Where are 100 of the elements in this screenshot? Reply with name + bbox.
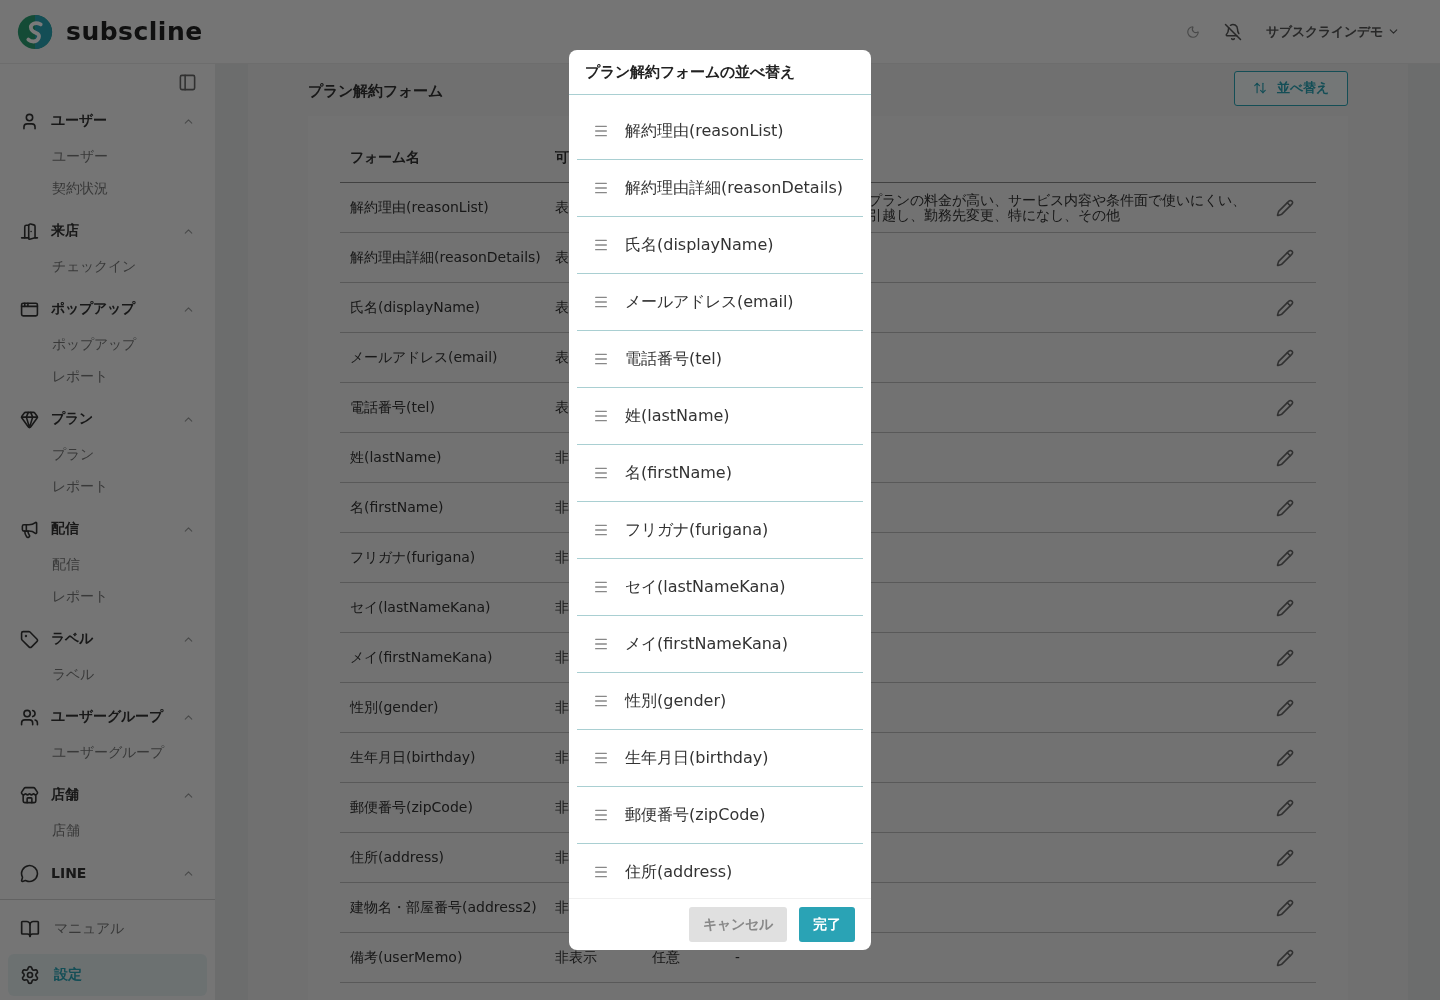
- table-cell: 非: [555, 448, 569, 467]
- table-cell: 非: [555, 498, 569, 517]
- drag-handle-icon[interactable]: [593, 123, 609, 139]
- drag-handle-icon[interactable]: [593, 693, 609, 709]
- pencil-icon[interactable]: [1276, 748, 1294, 767]
- drag-handle-icon[interactable]: [593, 579, 609, 595]
- table-cell: 郵便番号(zipCode): [350, 798, 473, 817]
- drag-handle-icon[interactable]: [593, 750, 609, 766]
- pencil-icon[interactable]: [1276, 348, 1294, 367]
- sidebar-group[interactable]: 来店: [0, 211, 215, 251]
- drag-handle-icon[interactable]: [593, 465, 609, 481]
- pencil-icon[interactable]: [1276, 648, 1294, 667]
- sidebar-group-label: ラベル: [51, 630, 94, 648]
- sidebar-group[interactable]: ポップアップ: [0, 289, 215, 329]
- drag-handle-icon[interactable]: [593, 864, 609, 880]
- done-button[interactable]: 完了: [799, 907, 855, 942]
- sort-item-label: 生年月日(birthday): [625, 747, 769, 769]
- sidebar-group[interactable]: LINE: [0, 853, 215, 893]
- user-menu[interactable]: サブスクラインデモ: [1266, 22, 1400, 41]
- chat-bubble-icon: [20, 863, 39, 883]
- pencil-icon[interactable]: [1276, 448, 1294, 467]
- pencil-icon[interactable]: [1276, 598, 1294, 617]
- sidebar-group[interactable]: 店舗: [0, 775, 215, 815]
- cancel-button[interactable]: キャンセル: [689, 907, 787, 942]
- sidebar-item[interactable]: レポート: [0, 361, 215, 393]
- sidebar-item[interactable]: レポート: [0, 581, 215, 613]
- sidebar-item[interactable]: レポート: [0, 471, 215, 503]
- store-icon: [20, 785, 39, 805]
- sidebar-item[interactable]: プラン: [0, 439, 215, 471]
- drag-handle-icon[interactable]: [593, 294, 609, 310]
- drag-handle-icon[interactable]: [593, 351, 609, 367]
- table-cell: 解約理由詳細(reasonDetails): [350, 248, 541, 267]
- table-cell: 表: [555, 198, 569, 217]
- pencil-icon[interactable]: [1276, 798, 1294, 817]
- sidebar-item[interactable]: ポップアップ: [0, 329, 215, 361]
- sidebar-group[interactable]: 配信: [0, 509, 215, 549]
- drag-handle-icon[interactable]: [593, 408, 609, 424]
- drag-handle-icon[interactable]: [593, 522, 609, 538]
- sidebar-item[interactable]: 店舗: [0, 815, 215, 847]
- sort-item-label: 姓(lastName): [625, 405, 730, 427]
- sort-item-label: 郵便番号(zipCode): [625, 804, 766, 826]
- sort-item-label: 住所(address): [625, 861, 733, 883]
- table-cell: 非: [555, 598, 569, 617]
- pencil-icon[interactable]: [1276, 248, 1294, 267]
- table-cell: 解約理由(reasonList): [350, 198, 489, 217]
- sort-item-label: メールアドレス(email): [625, 291, 794, 313]
- table-cell: セイ(lastNameKana): [350, 598, 491, 617]
- sidebar-item[interactable]: ラベル: [0, 659, 215, 691]
- pencil-icon[interactable]: [1276, 948, 1294, 967]
- pencil-icon[interactable]: [1276, 198, 1294, 217]
- door-icon: [20, 221, 39, 241]
- tag-icon: [20, 629, 39, 649]
- sort-item-label: フリガナ(furigana): [625, 519, 769, 541]
- logo-icon: [16, 12, 54, 51]
- moon-icon[interactable]: [1186, 24, 1200, 39]
- drag-handle-icon[interactable]: [593, 807, 609, 823]
- pencil-icon[interactable]: [1276, 898, 1294, 917]
- table-cell: 表: [555, 348, 569, 367]
- users-icon: [20, 707, 39, 727]
- panel-title: プラン解約フォーム: [308, 81, 443, 101]
- sort-button[interactable]: 並べ替え: [1234, 70, 1348, 106]
- table-cell: 非表示: [555, 948, 597, 967]
- logo-text: subscline: [66, 17, 203, 46]
- pencil-icon[interactable]: [1276, 498, 1294, 517]
- book-icon: [20, 919, 40, 939]
- drag-handle-icon[interactable]: [593, 237, 609, 253]
- sidebar-item[interactable]: 設定: [8, 954, 207, 996]
- gem-icon: [20, 409, 39, 429]
- bell-off-icon[interactable]: [1224, 22, 1242, 41]
- column-header: 可: [555, 148, 570, 167]
- pencil-icon[interactable]: [1276, 548, 1294, 567]
- pencil-icon[interactable]: [1276, 848, 1294, 867]
- pencil-icon[interactable]: [1276, 298, 1294, 317]
- drag-handle-icon[interactable]: [593, 180, 609, 196]
- sidebar-group-label: ユーザーグループ: [51, 708, 165, 726]
- sidebar-group[interactable]: ラベル: [0, 619, 215, 659]
- table-cell: 非: [555, 698, 569, 717]
- sidebar-toggle-icon[interactable]: [178, 73, 197, 92]
- sort-item-label: セイ(lastNameKana): [625, 576, 786, 598]
- table-cell: 生年月日(birthday): [350, 748, 476, 767]
- table-cell: 備考(userMemo): [350, 948, 463, 967]
- table-cell: 電話番号(tel): [350, 398, 435, 417]
- table-cell: 性別(gender): [350, 698, 439, 717]
- sidebar-item[interactable]: マニュアル: [8, 908, 207, 950]
- drag-handle-icon[interactable]: [593, 636, 609, 652]
- sidebar-item[interactable]: 契約状況: [0, 173, 215, 205]
- pencil-icon[interactable]: [1276, 698, 1294, 717]
- sort-icon: [1253, 81, 1267, 95]
- sidebar-group[interactable]: ユーザーグループ: [0, 697, 215, 737]
- megaphone-icon: [20, 519, 39, 539]
- table-cell: 非: [555, 548, 569, 567]
- pencil-icon[interactable]: [1276, 398, 1294, 417]
- sidebar-group[interactable]: プラン: [0, 399, 215, 439]
- sort-item-label: 電話番号(tel): [625, 348, 723, 370]
- table-cell-text: -: [735, 950, 741, 965]
- sidebar-group[interactable]: ユーザー: [0, 101, 215, 141]
- settings-icon: [20, 965, 40, 985]
- sidebar-group-label: ポップアップ: [51, 300, 137, 318]
- sidebar-item[interactable]: 配信: [0, 549, 215, 581]
- window-icon: [20, 299, 39, 319]
